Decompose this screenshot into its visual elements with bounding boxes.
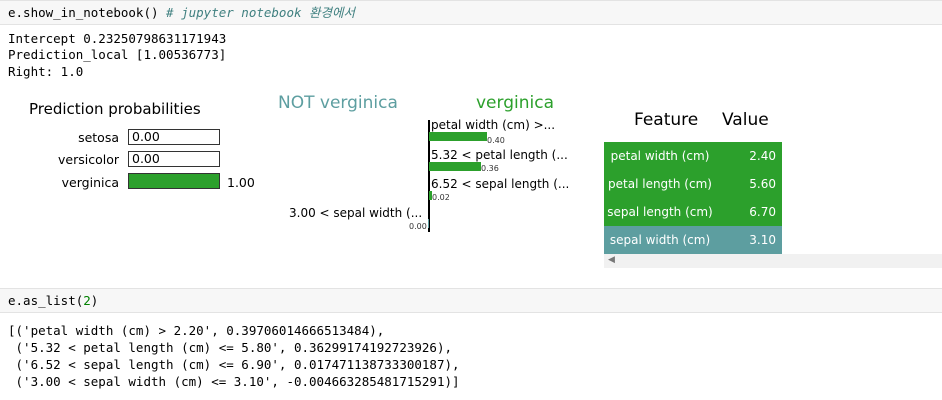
output-intercept: Intercept 0.23250798631171943	[8, 31, 227, 46]
code-cell-input[interactable]: e.show_in_notebook() # jupyter notebook …	[0, 0, 942, 25]
code-comment: # jupyter notebook 환경에서	[166, 5, 356, 20]
table-row: sepal width (cm) 3.10	[604, 226, 782, 254]
code-text: )	[90, 293, 99, 308]
positive-class-label: verginica	[476, 93, 554, 113]
prob-label-setosa: setosa	[78, 130, 119, 145]
code-cell-input[interactable]: e.as_list(2)	[0, 288, 942, 313]
output-prediction-local: Prediction_local [1.00536773]	[8, 47, 227, 62]
output-list-line: ('6.52 < sepal length (cm) <= 6.90', 0.0…	[8, 357, 460, 372]
prob-value: 0.00	[132, 151, 160, 166]
horizontal-scrollbar[interactable]: ◀	[604, 254, 942, 268]
feature-bar	[429, 132, 487, 141]
table-cell-feature: sepal width (cm)	[609, 233, 711, 247]
prob-bar-verginica	[128, 173, 220, 189]
feature-label: 6.52 < sepal length (...	[431, 177, 570, 191]
table-row: petal width (cm) 2.40	[604, 142, 782, 170]
table-cell-feature: sepal length (cm)	[607, 205, 713, 219]
feature-bar	[428, 219, 429, 228]
table-cell-value: 3.10	[749, 233, 776, 247]
prob-bar-versicolor: 0.00	[128, 151, 220, 167]
code-text: e.show_in_notebook()	[8, 5, 159, 20]
output-list-line: [('petal width (cm) > 2.20', 0.397060146…	[8, 323, 385, 338]
prob-bar-setosa: 0.00	[128, 129, 220, 145]
prob-value: 0.00	[132, 129, 160, 144]
feature-bar-value: 0.40	[487, 136, 505, 145]
output-list-line: ('3.00 < sepal width (cm) <= 3.10', -0.0…	[8, 374, 460, 389]
left-arrow-icon[interactable]: ◀	[608, 255, 615, 265]
table-cell-feature: petal width (cm)	[610, 149, 710, 163]
feature-bar-value: 0.36	[481, 164, 499, 173]
feature-bar-value: 0.00	[409, 222, 427, 231]
feature-column-header: Feature	[634, 110, 699, 130]
feature-label: 5.32 < petal length (...	[431, 148, 568, 162]
table-cell-value: 2.40	[749, 149, 776, 163]
feature-bar-value: 0.02	[432, 193, 450, 202]
table-row: petal length (cm) 5.60	[604, 170, 782, 198]
prob-fill	[129, 174, 219, 188]
prediction-probabilities-title: Prediction probabilities	[29, 100, 201, 118]
feature-label: 3.00 < sepal width (...	[289, 206, 423, 220]
output-list-line: ('5.32 < petal length (cm) <= 5.80', 0.3…	[8, 340, 453, 355]
prob-value-verginica: 1.00	[227, 175, 255, 190]
table-cell-value: 6.70	[749, 205, 776, 219]
feature-label: petal width (cm) >...	[431, 118, 556, 132]
table-row: sepal length (cm) 6.70	[604, 198, 782, 226]
code-text: e.as_list(	[8, 293, 84, 308]
table-cell-value: 5.60	[749, 177, 776, 191]
code-number: 2	[83, 293, 91, 308]
value-column-header: Value	[722, 110, 769, 130]
prob-label-versicolor: versicolor	[58, 152, 119, 167]
prob-label-verginica: verginica	[61, 175, 119, 190]
output-right: Right: 1.0	[8, 64, 84, 79]
table-cell-feature: petal length (cm)	[608, 177, 712, 191]
feature-bar	[429, 162, 482, 171]
negative-class-label: NOT verginica	[278, 93, 398, 113]
